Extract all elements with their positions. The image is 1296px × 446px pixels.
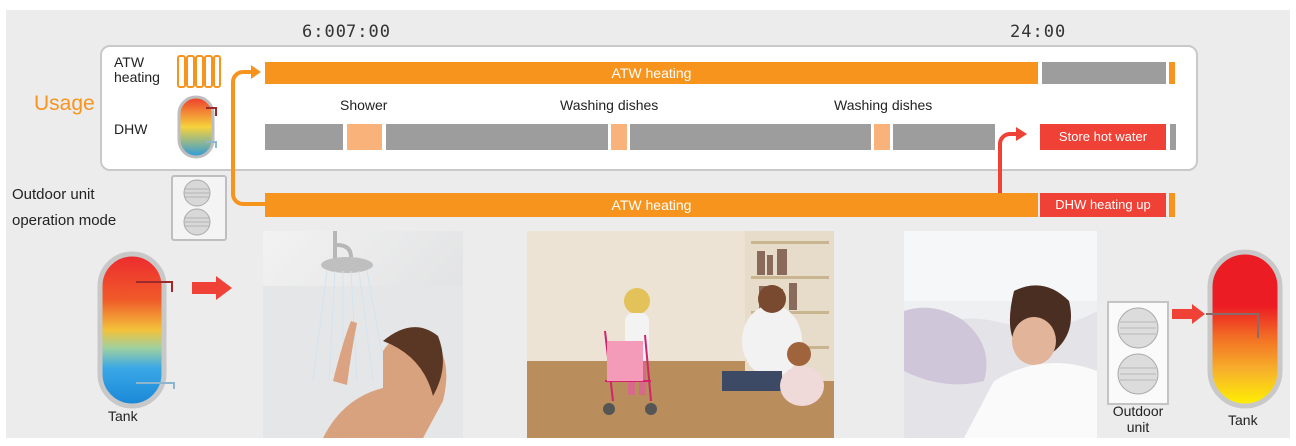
atw-label-line2: heating bbox=[114, 69, 160, 85]
shower-photo bbox=[263, 231, 463, 438]
dhw-idle-bar-4 bbox=[893, 124, 995, 150]
flow-arrow-left bbox=[192, 276, 232, 300]
outdoor-mode-line1: Outdoor unit bbox=[12, 186, 95, 203]
atw-off-bar-top bbox=[1042, 62, 1166, 84]
time-label-6: 6:00 bbox=[302, 22, 347, 42]
outdoor-unit-icon bbox=[171, 175, 227, 241]
time-label-7: 7:00 bbox=[346, 22, 391, 42]
large-tank-right-icon bbox=[1206, 249, 1283, 409]
dhw-use-dishes-1 bbox=[611, 124, 627, 150]
dhw-label: DHW bbox=[114, 121, 148, 137]
large-tank-left-icon bbox=[97, 251, 175, 409]
outdoor-unit-label: Outdoor unit bbox=[1108, 403, 1168, 435]
outdoor-mode-label: Outdoor unit operation mode bbox=[12, 182, 116, 234]
atw-heating-bar-bottom: ATW heating bbox=[265, 193, 1038, 217]
diagram-canvas: 6:00 7:00 24:00 Usage ATW heating DHW Ou… bbox=[0, 0, 1296, 446]
outdoor-unit-label-line2: unit bbox=[1126, 419, 1150, 435]
atw-end-tick-top bbox=[1169, 62, 1175, 84]
atw-heating-bar-top: ATW heating bbox=[265, 62, 1038, 84]
dhw-idle-bar-1 bbox=[265, 124, 343, 150]
outdoor-unit-label-line1: Outdoor bbox=[1112, 403, 1164, 419]
small-tank-icon bbox=[177, 95, 217, 159]
dhw-use-shower bbox=[347, 124, 382, 150]
event-dishes2-label: Washing dishes bbox=[834, 97, 933, 113]
dhw-end-tick bbox=[1170, 124, 1176, 150]
dhw-use-dishes-2 bbox=[874, 124, 890, 150]
atw-end-tick-bottom bbox=[1169, 193, 1175, 217]
family-photo bbox=[527, 231, 834, 438]
dhw-idle-bar-3 bbox=[630, 124, 871, 150]
tank-left-label: Tank bbox=[108, 408, 138, 424]
tank-right-label: Tank bbox=[1228, 412, 1258, 428]
sleeping-photo bbox=[904, 231, 1097, 438]
atw-heating-label: ATW heating bbox=[114, 55, 160, 85]
usage-label: Usage bbox=[34, 92, 95, 115]
event-shower-label: Shower bbox=[340, 97, 388, 113]
outdoor-unit-large-icon bbox=[1107, 301, 1169, 405]
store-hot-water-bar: Store hot water bbox=[1040, 124, 1166, 150]
atw-label-line1: ATW bbox=[114, 54, 145, 70]
event-dishes1-label: Washing dishes bbox=[560, 97, 659, 113]
time-label-24: 24:00 bbox=[1010, 22, 1067, 42]
radiator-icon bbox=[177, 55, 221, 88]
dhw-heating-up-bar: DHW heating up bbox=[1040, 193, 1166, 217]
outdoor-mode-line2: operation mode bbox=[12, 212, 117, 229]
connector-arrow-left bbox=[231, 65, 265, 206]
dhw-idle-bar-2 bbox=[386, 124, 608, 150]
